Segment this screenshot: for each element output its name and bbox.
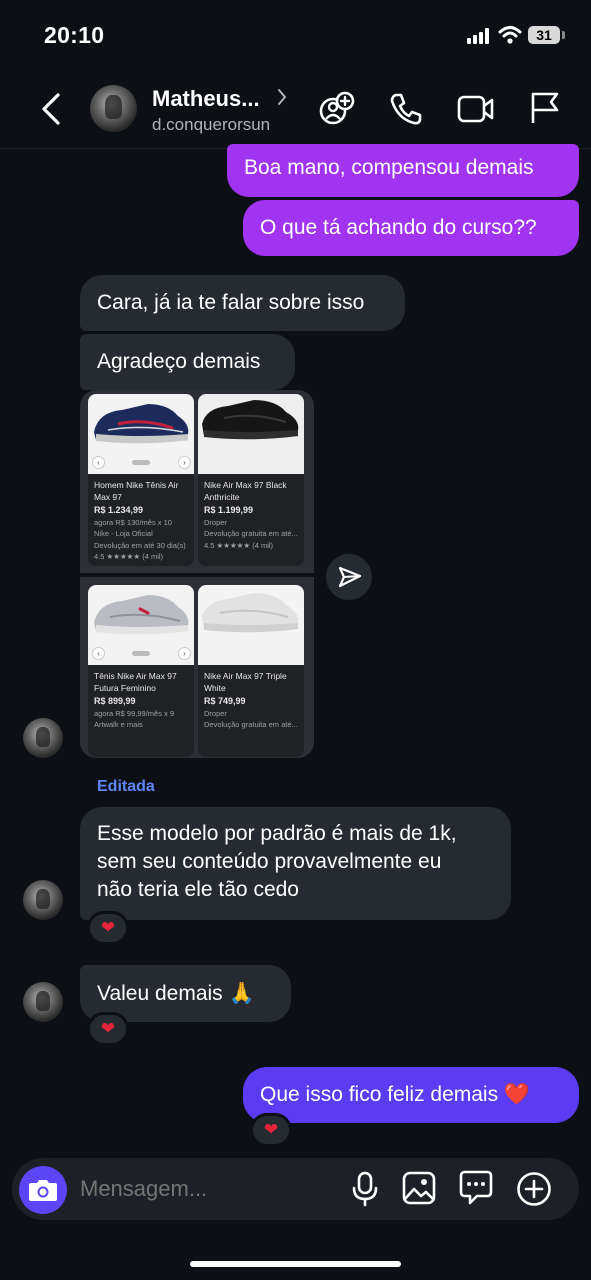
message-incoming[interactable]: Agradeço demais xyxy=(80,334,295,390)
battery-level: 31 xyxy=(528,26,560,44)
panel-divider xyxy=(80,573,314,577)
send-icon xyxy=(338,566,362,588)
product-price: R$ 899,99 xyxy=(94,696,136,706)
carousel-dots xyxy=(132,651,150,656)
product-shipping: Devolução em até 30 dia(s) xyxy=(94,540,186,550)
product-card[interactable]: ‹ › Homem Nike Tênis Air Max 97 R$ 1.234… xyxy=(88,394,194,566)
edited-label: Editada xyxy=(97,778,155,795)
product-installments: agora R$ 130/mês x 10 xyxy=(94,517,172,527)
product-card[interactable]: Nike Air Max 97 Black Anthricite R$ 1.19… xyxy=(198,394,304,566)
message-outgoing[interactable]: Que isso fico feliz demais ❤️ xyxy=(243,1067,579,1123)
sender-avatar[interactable] xyxy=(23,880,63,920)
product-title: Nike Air Max 97 Triple White xyxy=(204,671,287,693)
product-price: R$ 1.199,99 xyxy=(204,505,254,515)
shoe-image-icon xyxy=(94,404,189,444)
product-image: ‹ › xyxy=(88,585,194,665)
add-person-icon[interactable] xyxy=(318,90,356,128)
image-icon[interactable] xyxy=(402,1171,436,1205)
phone-icon[interactable] xyxy=(389,92,423,126)
product-title: Nike Air Max 97 Black Anthricite xyxy=(204,480,287,502)
product-shipping: Devolução gratuita em até... xyxy=(204,529,298,538)
camera-icon xyxy=(29,1180,57,1201)
shared-product-cards[interactable]: ‹ › Homem Nike Tênis Air Max 97 R$ 1.234… xyxy=(80,390,314,758)
plus-circle-icon[interactable] xyxy=(516,1171,552,1207)
product-rating: 4.5 ★★★★★ (4 mil) xyxy=(204,540,274,550)
product-store: Droper xyxy=(204,708,227,718)
message-outgoing[interactable]: O que tá achando do curso?? xyxy=(243,200,579,256)
sender-avatar[interactable] xyxy=(23,718,63,758)
contact-avatar[interactable] xyxy=(90,85,137,132)
camera-button[interactable] xyxy=(19,1166,67,1214)
product-price: R$ 1.234,99 xyxy=(94,505,144,515)
heart-reaction[interactable]: ❤ xyxy=(87,911,129,945)
product-card[interactable]: Nike Air Max 97 Triple White R$ 749,99 D… xyxy=(198,585,304,757)
product-title: Homem Nike Tênis Air Max 97 xyxy=(94,480,179,502)
shoe-image-icon xyxy=(202,400,299,440)
product-image xyxy=(198,394,304,474)
heart-reaction[interactable]: ❤ xyxy=(250,1113,292,1147)
carousel-next-icon[interactable]: › xyxy=(178,456,191,469)
product-shipping: Devolução gratuita em até... xyxy=(204,720,298,729)
chevron-right-icon[interactable] xyxy=(276,88,288,106)
product-installments: agora R$ 99,99/mês x 9 xyxy=(94,708,175,718)
message-incoming[interactable]: Cara, já ia te falar sobre isso xyxy=(80,275,405,331)
carousel-dots xyxy=(132,460,150,465)
product-image xyxy=(198,585,304,665)
contact-username[interactable]: d.conquerorsun xyxy=(152,115,270,135)
product-store: Artwalk e mais xyxy=(94,720,143,729)
cellular-signal-icon xyxy=(467,28,489,44)
product-image: ‹ › xyxy=(88,394,194,474)
home-indicator[interactable] xyxy=(190,1261,401,1267)
microphone-icon[interactable] xyxy=(350,1171,380,1207)
message-outgoing[interactable]: Boa mano, compensou demais xyxy=(227,144,579,197)
shoe-image-icon xyxy=(94,595,189,635)
flag-icon[interactable] xyxy=(529,91,561,125)
product-store: Nike - Loja Oficial xyxy=(94,529,153,538)
share-button[interactable] xyxy=(326,554,372,600)
contact-name[interactable]: Matheus... xyxy=(152,86,260,112)
carousel-prev-icon[interactable]: ‹ xyxy=(92,456,105,469)
sender-avatar[interactable] xyxy=(23,982,63,1022)
heart-reaction[interactable]: ❤ xyxy=(87,1012,129,1046)
message-line: Esse modelo por padrão é mais de 1k, xyxy=(97,822,457,845)
carousel-next-icon[interactable]: › xyxy=(178,647,191,660)
chat-sticker-icon[interactable] xyxy=(459,1170,493,1206)
shoe-image-icon xyxy=(202,593,299,633)
back-chevron-icon[interactable] xyxy=(38,92,64,126)
message-incoming[interactable]: Esse modelo por padrão é mais de 1k, sem… xyxy=(80,807,511,920)
product-price: R$ 749,99 xyxy=(204,696,246,706)
carousel-prev-icon[interactable]: ‹ xyxy=(92,647,105,660)
video-camera-icon[interactable] xyxy=(457,93,495,125)
product-title: Tênis Nike Air Max 97 Futura Feminino xyxy=(94,671,177,693)
product-card[interactable]: ‹ › Tênis Nike Air Max 97 Futura Feminin… xyxy=(88,585,194,757)
product-store: Droper xyxy=(204,517,227,527)
message-input[interactable] xyxy=(80,1175,330,1203)
message-line: não teria ele tão cedo xyxy=(97,878,299,901)
message-line: sem seu conteúdo provavelmente eu xyxy=(97,850,442,873)
status-time: 20:10 xyxy=(44,22,105,48)
product-rating: 4.5 ★★★★★ (4 mil) xyxy=(94,552,164,561)
wifi-icon xyxy=(498,25,522,45)
battery-tip xyxy=(562,31,565,39)
